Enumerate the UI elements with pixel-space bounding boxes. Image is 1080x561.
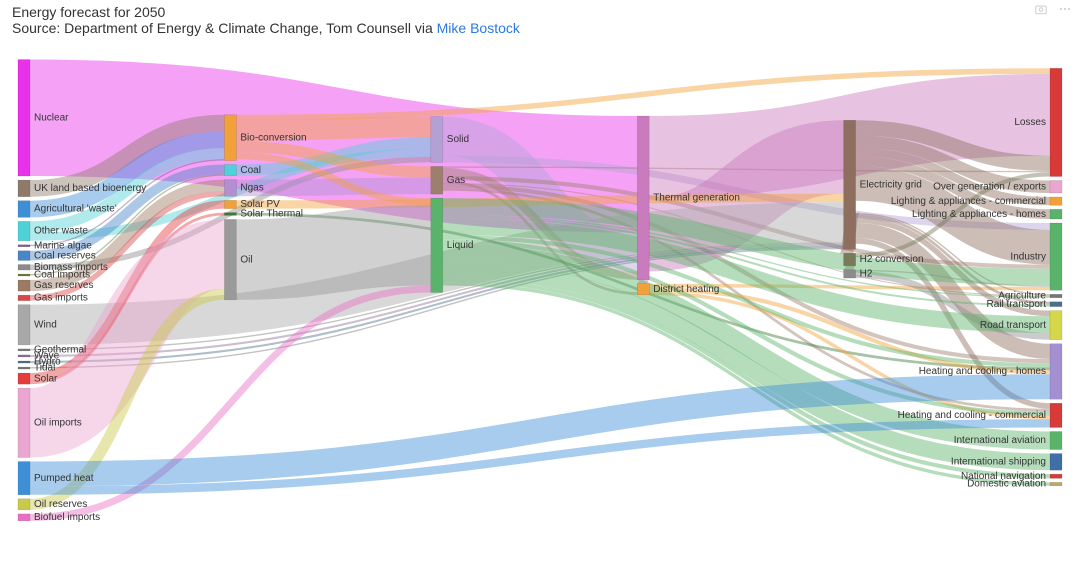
sankey-node-label: Coal reserves <box>34 250 96 261</box>
sankey-node-label: Road transport <box>980 320 1046 331</box>
sankey-node-label: Other waste <box>34 226 88 237</box>
sankey-node[interactable]: Over generation / exports <box>933 180 1062 192</box>
sankey-node-label: Gas imports <box>34 293 88 304</box>
camera-icon[interactable] <box>1034 2 1048 16</box>
subtitle-text: Source: Department of Energy & Climate C… <box>12 20 437 36</box>
sankey-node[interactable]: Tidal <box>18 363 55 374</box>
sankey-node-label: Heating and cooling - homes <box>919 366 1046 377</box>
sankey-node[interactable]: Coal reserves <box>18 250 96 261</box>
sankey-node[interactable]: Rail transport <box>987 299 1062 310</box>
sankey-node[interactable]: Lighting & appliances - commercial <box>891 196 1062 207</box>
sankey-node-label: Solar <box>34 373 58 384</box>
sankey-node-label: Coal <box>240 165 261 176</box>
chart-title: Energy forecast for 2050 <box>12 4 1068 20</box>
chart-toolbar <box>1034 2 1072 16</box>
sankey-node-label: Coal imports <box>34 270 90 281</box>
sankey-node-label: Industry <box>1010 251 1046 262</box>
menu-icon[interactable] <box>1058 2 1072 16</box>
sankey-node-label: Tidal <box>34 363 55 374</box>
sankey-node-label: Pumped heat <box>34 473 94 484</box>
sankey-node-label: Solar Thermal <box>240 209 303 220</box>
sankey-link[interactable]: Bio-conversion → Solid: 150 <box>236 127 430 131</box>
sankey-node[interactable]: Gas reserves <box>18 280 93 291</box>
sankey-node-label: Heating and cooling - commercial <box>898 410 1046 421</box>
sankey-node-label: Electricity grid <box>860 179 922 190</box>
sankey-node[interactable]: Coal imports <box>18 270 90 281</box>
sankey-node-label: Thermal generation <box>653 193 740 204</box>
sankey-node-label: Oil <box>240 254 252 265</box>
chart-header: Energy forecast for 2050 Source: Departm… <box>0 0 1080 38</box>
sankey-node-label: H2 conversion <box>860 254 924 265</box>
sankey-link[interactable]: Oil → Liquid: 580 <box>236 245 430 259</box>
sankey-node-label: Wind <box>34 319 57 330</box>
sankey-node[interactable]: Solar <box>18 373 58 384</box>
sankey-link[interactable]: Ngas → Gas: 120 <box>236 186 430 188</box>
sankey-node-label: Gas <box>447 175 465 186</box>
sankey-node-label: Liquid <box>447 240 474 251</box>
sankey-node[interactable]: Coal <box>224 165 261 176</box>
chart-subtitle: Source: Department of Energy & Climate C… <box>12 20 1068 36</box>
sankey-chart[interactable]: Nuclear → Thermal generation: 840UK land… <box>0 38 1080 558</box>
sankey-node-label: District heating <box>653 284 719 295</box>
sankey-node-label: Over generation / exports <box>933 181 1046 192</box>
sankey-node-label: Rail transport <box>987 299 1047 310</box>
sankey-node-label: Solid <box>447 134 469 145</box>
sankey-node[interactable]: H2 conversion <box>844 253 924 265</box>
sankey-node-label: Domestic aviation <box>967 479 1046 490</box>
sankey-node-label: H2 <box>860 269 873 280</box>
sankey-node-label: Oil reserves <box>34 499 87 510</box>
sankey-node-label: International aviation <box>954 435 1046 446</box>
sankey-node-label: Oil imports <box>34 417 82 428</box>
sankey-node-label: Losses <box>1014 117 1046 128</box>
sankey-node-label: Bio-conversion <box>240 132 306 143</box>
sankey-node-label: Gas reserves <box>34 280 93 291</box>
sankey-node[interactable]: Gas imports <box>18 293 88 304</box>
sankey-node-label: International shipping <box>951 456 1046 467</box>
sankey-node[interactable]: Oil reserves <box>18 499 87 510</box>
sankey-node-label: Lighting & appliances - commercial <box>891 196 1046 207</box>
sankey-node-label: Agricultural 'waste' <box>34 204 117 215</box>
sankey-node-label: Lighting & appliances - homes <box>912 209 1046 220</box>
sankey-node[interactable]: Lighting & appliances - homes <box>912 209 1062 220</box>
sankey-node-label: Ngas <box>240 183 263 194</box>
source-link[interactable]: Mike Bostock <box>437 20 520 36</box>
sankey-node-label: Nuclear <box>34 112 69 123</box>
sankey-node-label: UK land based bioenergy <box>34 183 146 194</box>
sankey-node-label: Biofuel imports <box>34 512 100 523</box>
